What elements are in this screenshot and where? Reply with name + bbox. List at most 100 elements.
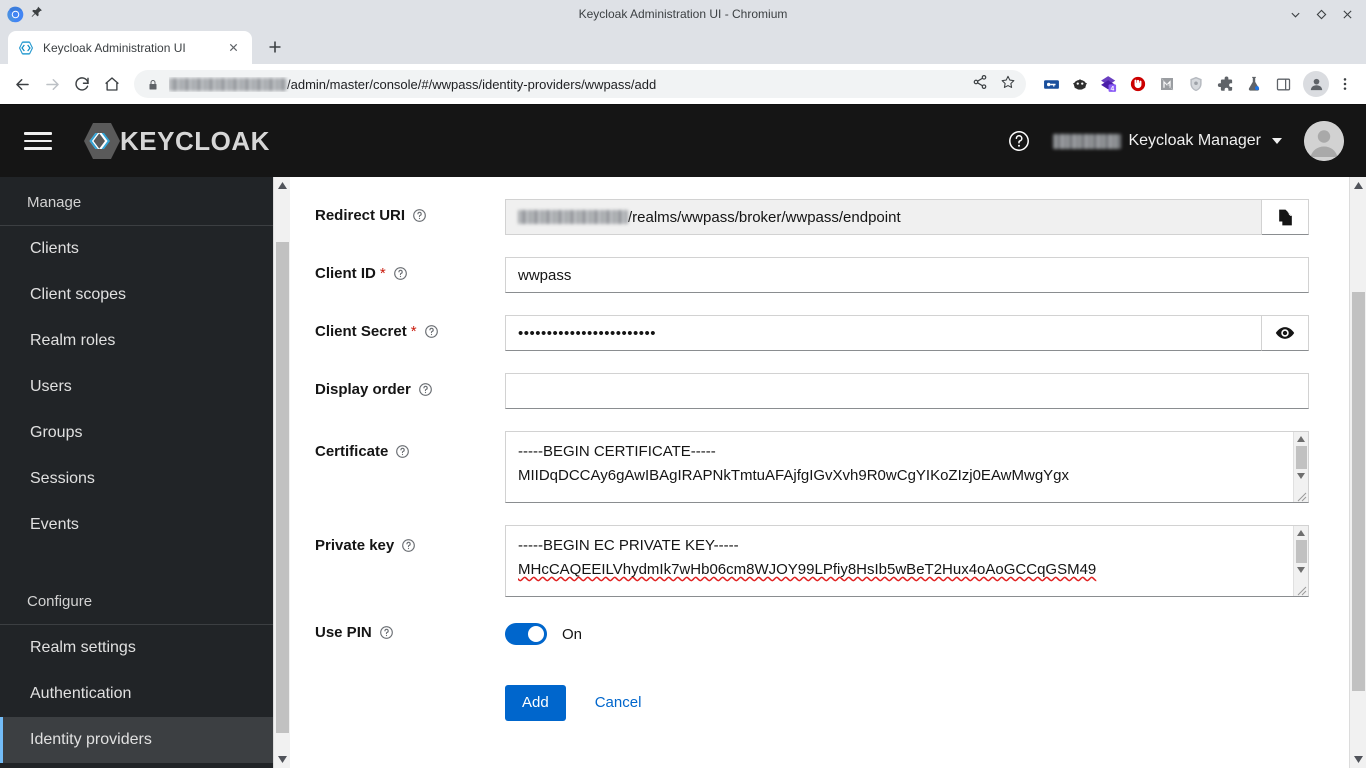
scroll-down-arrow-icon[interactable] — [1294, 469, 1309, 483]
url-path: /admin/master/console/#/wwpass/identity-… — [287, 76, 657, 92]
main-scroll-track[interactable] — [1350, 194, 1366, 751]
sidebar-item-realm-roles[interactable]: Realm roles — [0, 318, 273, 364]
main-scrollbar[interactable] — [1349, 177, 1366, 768]
sidebar-item-client-scopes[interactable]: Client scopes — [0, 272, 273, 318]
sidebar-item-clients[interactable]: Clients — [0, 226, 273, 272]
sidebar-item-sessions[interactable]: Sessions — [0, 456, 273, 502]
help-circle-icon[interactable] — [393, 266, 408, 281]
sidebar-item-realm-settings[interactable]: Realm settings — [0, 625, 273, 671]
pin-icon[interactable] — [30, 5, 43, 23]
use-pin-toggle[interactable] — [505, 623, 547, 645]
client-id-input[interactable]: wwpass — [505, 257, 1309, 293]
scroll-up-arrow-icon[interactable] — [274, 177, 291, 194]
help-circle-icon[interactable] — [379, 625, 394, 640]
ublock-origin-extension-icon[interactable] — [1125, 71, 1151, 97]
certificate-textarea[interactable]: -----BEGIN CERTIFICATE----- MIIDqDCCAy6g… — [505, 431, 1309, 503]
user-avatar-icon[interactable] — [1304, 121, 1344, 161]
sidebar-scrollbar[interactable] — [273, 177, 290, 768]
help-circle-icon[interactable] — [424, 324, 439, 339]
help-circle-icon[interactable] — [418, 382, 433, 397]
browser-toolbar: /admin/master/console/#/wwpass/identity-… — [0, 64, 1366, 105]
browser-tab[interactable]: Keycloak Administration UI — [8, 31, 252, 64]
certificate-scroll-thumb[interactable] — [1296, 446, 1307, 469]
sidebar-item-identity-providers[interactable]: Identity providers — [0, 717, 273, 763]
sidebar-item-users[interactable]: Users — [0, 364, 273, 410]
forward-arrow-icon[interactable] — [38, 70, 66, 98]
minimize-icon[interactable] — [1282, 1, 1308, 27]
sidebar-scroll-thumb[interactable] — [275, 242, 289, 733]
sidebar-item-groups[interactable]: Groups — [0, 410, 273, 456]
home-icon[interactable] — [98, 70, 126, 98]
url-text: /admin/master/console/#/wwpass/identity-… — [169, 77, 963, 92]
label-text: Use PIN — [315, 624, 372, 641]
redirect-uri-input[interactable]: /realms/wwpass/broker/wwpass/endpoint — [505, 199, 1262, 235]
password-manager-extension-icon[interactable] — [1038, 71, 1064, 97]
star-icon[interactable] — [1000, 74, 1016, 95]
lab-flask-extension-icon[interactable] — [1241, 71, 1267, 97]
label-text: Client Secret — [315, 323, 407, 340]
field-row-display-order: Display order — [315, 373, 1309, 409]
window-controls — [1282, 1, 1366, 27]
copy-icon[interactable] — [1262, 199, 1309, 235]
sidebar-scroll-track[interactable] — [274, 194, 291, 751]
tab-title: Keycloak Administration UI — [43, 40, 186, 55]
maximize-icon[interactable] — [1308, 1, 1334, 27]
help-circle-icon[interactable] — [412, 208, 427, 223]
three-dot-menu-icon[interactable] — [1332, 71, 1358, 97]
field-row-private-key: Private key -----BEGIN EC PRIVATE KEY---… — [315, 525, 1309, 597]
control-display-order — [505, 373, 1309, 409]
scroll-down-arrow-icon[interactable] — [1294, 563, 1309, 577]
reload-icon[interactable] — [68, 70, 96, 98]
sidebar-item-authentication[interactable]: Authentication — [0, 671, 273, 717]
omnibox-actions — [972, 74, 1016, 95]
private-key-textarea[interactable]: -----BEGIN EC PRIVATE KEY----- MHcCAQEEI… — [505, 525, 1309, 597]
resize-grip-icon[interactable] — [1295, 583, 1307, 596]
new-tab-button[interactable] — [261, 33, 289, 61]
private-key-scroll-thumb[interactable] — [1296, 540, 1307, 563]
keycloak-logo[interactable]: KEYCLOAK — [82, 122, 270, 160]
user-dropdown[interactable]: Keycloak Manager — [1053, 132, 1282, 150]
scroll-up-arrow-icon[interactable] — [1294, 526, 1309, 540]
scroll-up-arrow-icon[interactable] — [1350, 177, 1366, 194]
profile-avatar-icon[interactable] — [1303, 71, 1329, 97]
client-secret-input[interactable]: •••••••••••••••••••••••• — [505, 315, 1262, 351]
eye-icon[interactable] — [1262, 315, 1309, 351]
back-arrow-icon[interactable] — [8, 70, 36, 98]
chromium-icon — [7, 6, 24, 23]
scroll-up-arrow-icon[interactable] — [1294, 432, 1309, 446]
shield-extension-icon[interactable] — [1183, 71, 1209, 97]
main-scroll-thumb[interactable] — [1351, 292, 1365, 691]
scroll-down-arrow-icon[interactable] — [274, 751, 291, 768]
field-row-client-id: Client ID * wwpass — [315, 257, 1309, 293]
redacted-origin — [518, 210, 628, 224]
required-marker: * — [410, 323, 417, 340]
close-icon[interactable] — [1334, 1, 1360, 27]
use-pin-state-label: On — [562, 625, 583, 643]
resize-grip-icon[interactable] — [1295, 489, 1307, 502]
hamburger-menu-icon[interactable] — [20, 123, 56, 159]
dashlane-extension-icon[interactable]: 4 — [1096, 71, 1122, 97]
close-icon[interactable] — [225, 39, 242, 56]
sidepanel-icon[interactable] — [1270, 71, 1296, 97]
lock-icon — [147, 78, 160, 91]
extensions-puzzle-icon[interactable] — [1212, 71, 1238, 97]
add-button[interactable]: Add — [505, 685, 566, 721]
scroll-down-arrow-icon[interactable] — [1350, 751, 1366, 768]
display-order-input[interactable] — [505, 373, 1309, 409]
sidebar-item-user-federation[interactable]: User federation — [0, 763, 273, 768]
cancel-button[interactable]: Cancel — [578, 685, 659, 721]
title-bar: Keycloak Administration UI - Chromium — [0, 0, 1366, 28]
certificate-line-2: MIIDqDCCAy6gAwIBAgIRAPNkTmtuAFAjfgIGvXvh… — [518, 467, 1070, 484]
certificate-text: -----BEGIN CERTIFICATE----- MIIDqDCCAy6g… — [506, 432, 1293, 502]
required-marker: * — [379, 265, 386, 282]
https-everywhere-extension-icon[interactable] — [1154, 71, 1180, 97]
help-circle-icon[interactable] — [395, 444, 410, 459]
privacy-badger-extension-icon[interactable] — [1067, 71, 1093, 97]
share-icon[interactable] — [972, 74, 988, 95]
help-circle-icon[interactable] — [1007, 129, 1031, 153]
sidebar-item-events[interactable]: Events — [0, 502, 273, 548]
help-circle-icon[interactable] — [401, 538, 416, 553]
label-display-order: Display order — [315, 373, 505, 398]
address-bar[interactable]: /admin/master/console/#/wwpass/identity-… — [134, 70, 1026, 98]
